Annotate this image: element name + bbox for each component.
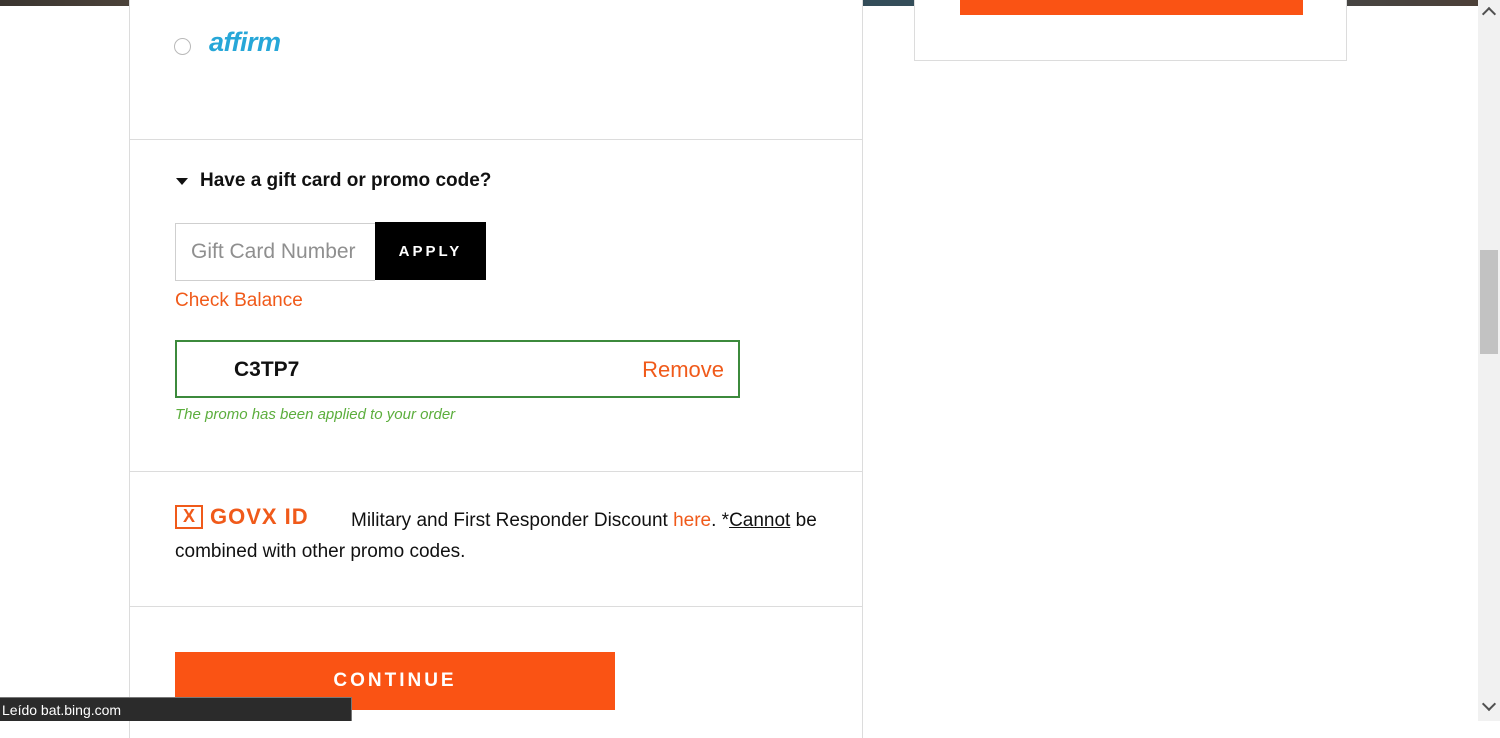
page-scrollbar[interactable] <box>1478 0 1500 721</box>
gift-promo-toggle-label: Have a gift card or promo code? <box>200 170 492 191</box>
promo-code-value: C3TP7 <box>234 358 300 381</box>
govx-text-after: . * <box>711 510 730 531</box>
scrollbar-thumb[interactable] <box>1480 250 1498 354</box>
govx-discount-text: Military and First Responder Discount he… <box>175 505 835 567</box>
check-balance-link[interactable]: Check Balance <box>175 290 303 312</box>
govx-text-before: Military and First Responder Discount <box>351 510 674 531</box>
caret-down-icon <box>176 177 188 185</box>
applied-promo-box: C3TP7 Remove <box>175 340 740 398</box>
browser-status-bar: Leído bat.bing.com <box>0 697 352 721</box>
chevron-up-icon[interactable] <box>1481 6 1497 22</box>
affirm-logo[interactable]: affirm <box>209 27 281 58</box>
govx-here-link[interactable]: here <box>673 510 711 531</box>
cannot-link[interactable]: Cannot <box>729 510 790 531</box>
gift-promo-toggle[interactable]: Have a gift card or promo code? <box>176 170 491 192</box>
section-divider <box>130 606 862 607</box>
order-summary-card <box>914 0 1347 61</box>
section-divider <box>130 139 862 140</box>
order-summary-button[interactable] <box>960 0 1303 15</box>
gift-card-number-input[interactable] <box>175 223 375 281</box>
affirm-radio-icon[interactable] <box>174 38 191 55</box>
apply-button[interactable]: APPLY <box>375 222 486 280</box>
chevron-down-icon[interactable] <box>1481 696 1497 712</box>
section-divider <box>130 471 862 472</box>
remove-promo-link[interactable]: Remove <box>642 357 724 383</box>
checkout-payment-panel: affirm Have a gift card or promo code? A… <box>129 0 863 738</box>
promo-applied-message: The promo has been applied to your order <box>175 406 456 423</box>
